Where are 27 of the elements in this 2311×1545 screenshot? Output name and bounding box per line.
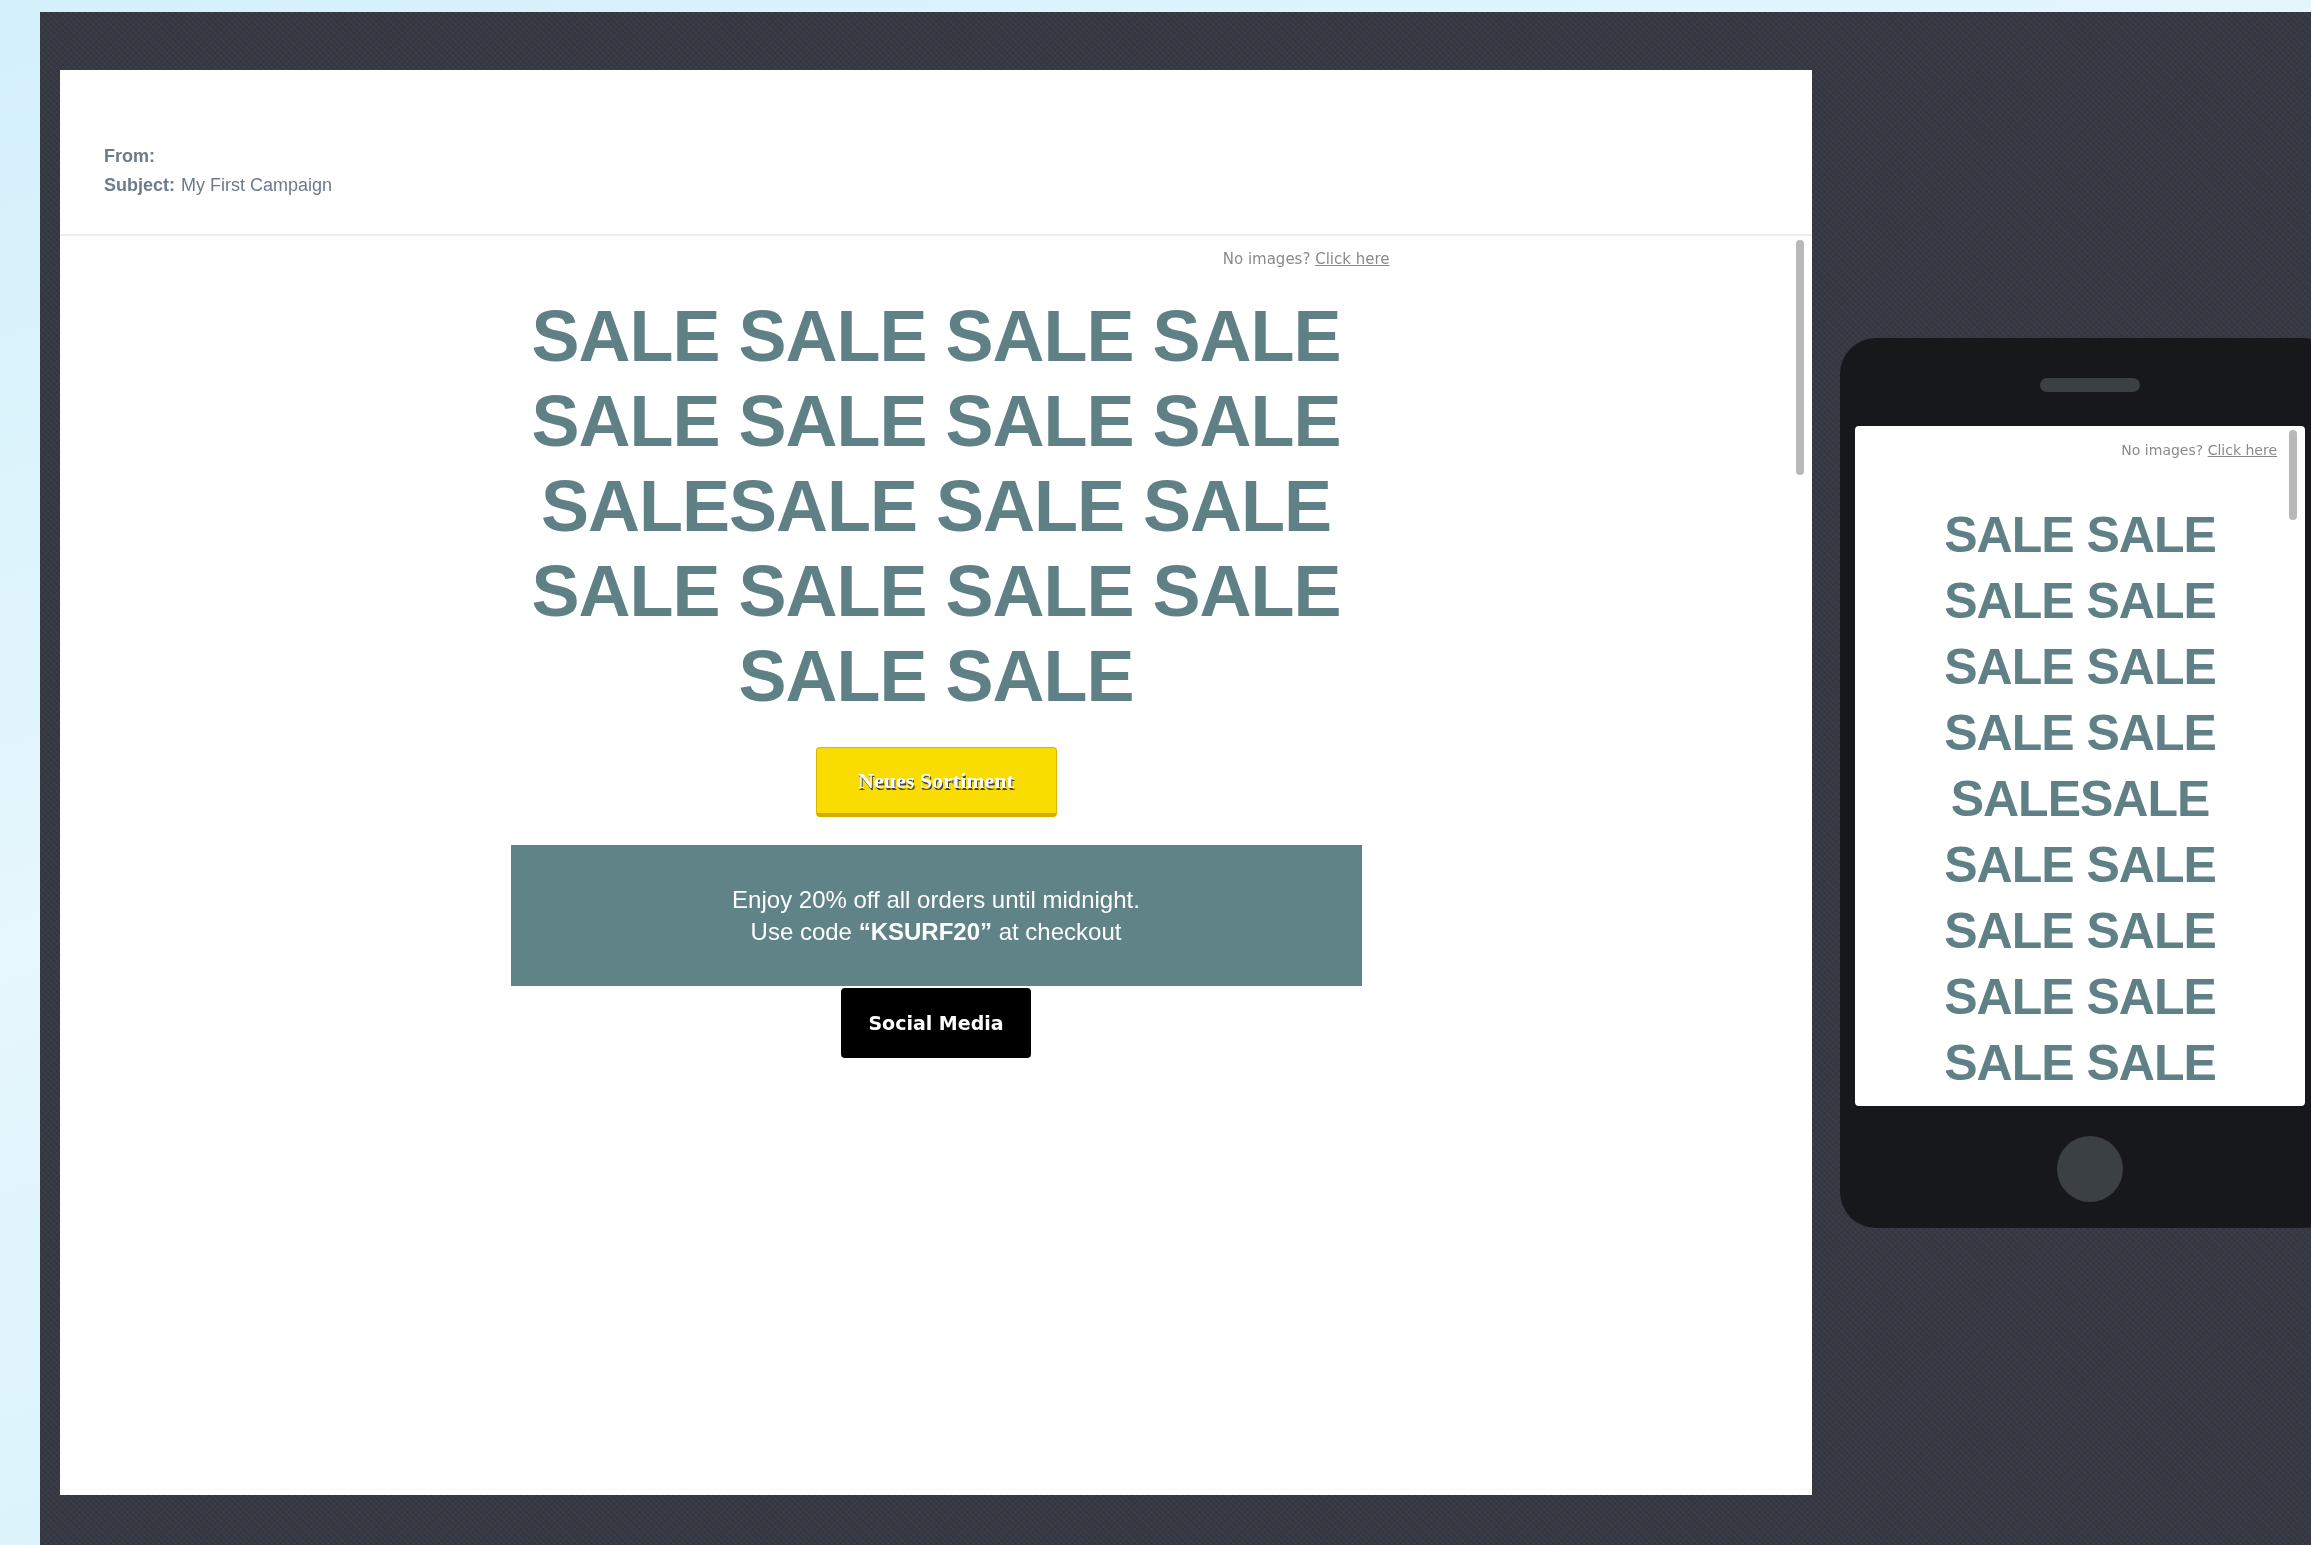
- no-images-text: No images? Click here: [1222, 250, 1390, 268]
- social-media-button[interactable]: Social Media: [841, 988, 1031, 1058]
- scrollbar-thumb[interactable]: [2289, 430, 2297, 520]
- subject-text: My First Campaign: [181, 175, 333, 196]
- scrollbar-thumb[interactable]: [1796, 240, 1804, 475]
- click-here-link[interactable]: Click here: [2207, 442, 2277, 458]
- sale-headline-line: SALE SALE: [1944, 902, 2216, 961]
- sale-headline-line: SALESALE: [1950, 770, 2210, 829]
- no-images-text: No images? Click here: [2121, 442, 2277, 458]
- promo-text: Use code “KSURF20” at checkout: [750, 917, 1122, 946]
- sale-headline-line: SALE SALE SALE SALE: [531, 380, 1341, 463]
- click-here-link[interactable]: Click here: [1315, 250, 1390, 268]
- sale-headline-line: SALE SALE: [1944, 968, 2216, 1027]
- sale-headline-line: SALE SALE: [1944, 704, 2216, 763]
- sale-headline-line: SALE SALE SALE SALE: [531, 295, 1341, 378]
- from-label: From:: [104, 146, 155, 167]
- sale-headline-line: SALE SALE: [1944, 836, 2216, 895]
- sale-headline-line: SALESALE SALE SALE: [540, 465, 1332, 548]
- sale-headline-line: SALE SALE: [1944, 572, 2216, 631]
- phone-speaker-icon: [2040, 378, 2140, 392]
- sale-headline-line: SALE SALE: [738, 635, 1134, 718]
- sale-headline-line: SALE SALE: [1944, 1034, 2216, 1093]
- sale-headline-line: SALE SALE: [1944, 638, 2216, 697]
- sale-headline-line: SALE SALE SALE SALE: [531, 550, 1341, 633]
- sale-headline-line: SALE SALE: [1944, 506, 2216, 565]
- promo-text: Enjoy 20% off all orders until midnight.: [732, 885, 1140, 914]
- subject-label: Subject:: [104, 175, 175, 196]
